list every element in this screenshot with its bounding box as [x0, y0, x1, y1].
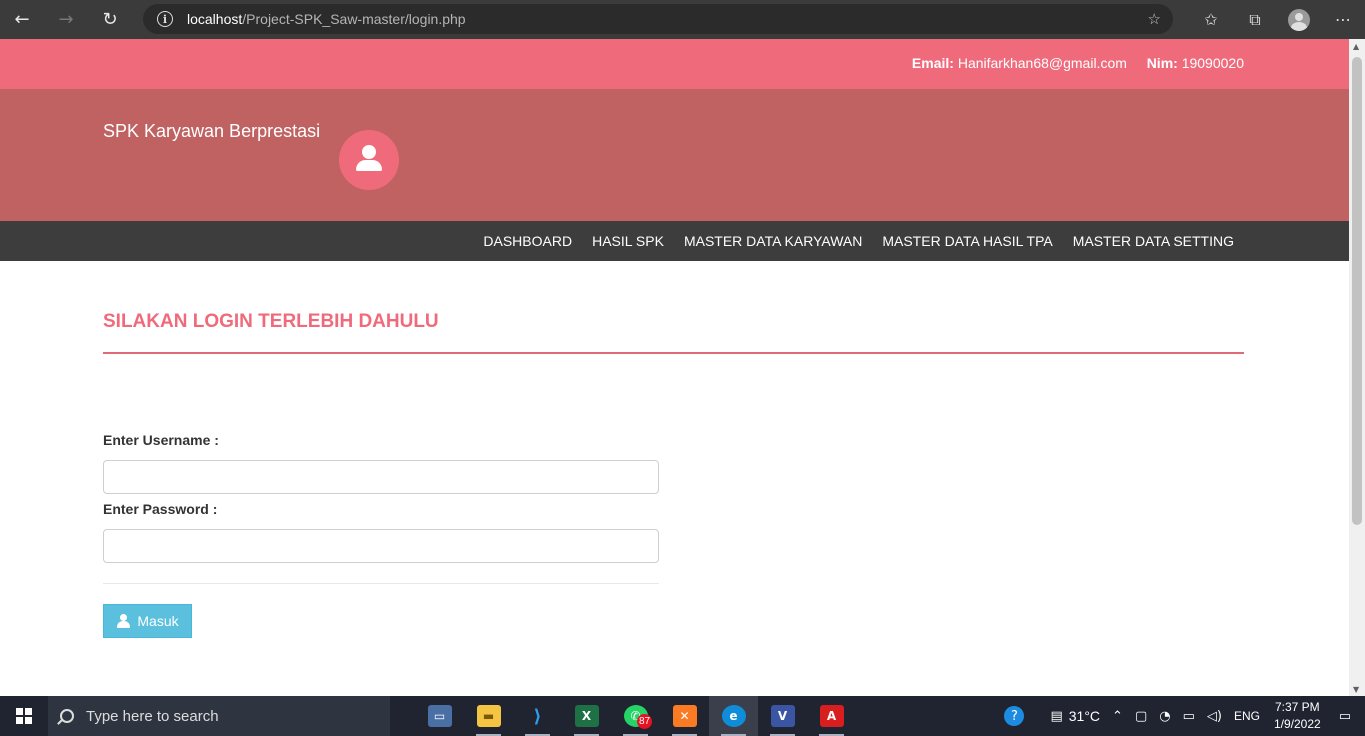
battery-icon[interactable]: ▭: [1183, 709, 1195, 724]
nim-label: Nim:: [1146, 55, 1178, 71]
add-favorite-icon[interactable]: ☆: [1148, 10, 1161, 28]
page-viewport: Email: Hanifarkhan68@gmail.com Nim: 1909…: [0, 39, 1349, 696]
notification-badge: 87: [637, 714, 653, 729]
weather-temp: 31°C: [1068, 708, 1101, 724]
news-icon: ▤: [1050, 708, 1063, 724]
email-value: Hanifarkhan68@gmail.com: [957, 55, 1127, 71]
scroll-down-icon[interactable]: ▼: [1353, 685, 1359, 694]
taskbar-vscode[interactable]: ⟩: [513, 696, 562, 736]
taskbar-file-explorer[interactable]: ▬: [464, 696, 513, 736]
heading-divider: [103, 352, 1244, 354]
nav-hasil-spk[interactable]: HASIL SPK: [592, 233, 664, 249]
windows-taskbar: Type here to search ▭ ▬ ⟩ X ✆ 87 ✕ e V A…: [0, 696, 1365, 736]
login-button-label: Masuk: [137, 613, 179, 629]
search-placeholder: Type here to search: [86, 707, 219, 725]
acrobat-icon: A: [819, 705, 844, 727]
nav-dashboard[interactable]: DASHBOARD: [483, 233, 572, 249]
taskbar-app-1[interactable]: ▭: [415, 696, 464, 736]
taskbar-visio[interactable]: V: [758, 696, 807, 736]
scroll-up-icon[interactable]: ▲: [1353, 42, 1359, 51]
windows-icon: [16, 708, 32, 724]
edge-icon: e: [721, 705, 746, 727]
form-divider: [103, 583, 659, 584]
start-button[interactable]: [0, 696, 48, 736]
user-icon: [339, 130, 399, 190]
clock[interactable]: 7:37 PM 1/9/2022: [1274, 699, 1321, 733]
taskbar-search[interactable]: Type here to search: [48, 696, 390, 736]
taskbar-acrobat[interactable]: A: [807, 696, 856, 736]
computer-icon: ▭: [427, 705, 452, 727]
username-input[interactable]: [103, 460, 659, 494]
vscode-icon: ⟩: [525, 705, 550, 727]
url-path: /Project-SPK_Saw-master/login.php: [242, 11, 466, 27]
taskbar-edge[interactable]: e: [709, 696, 758, 736]
collections-icon[interactable]: ⧉: [1233, 0, 1277, 39]
back-button[interactable]: ←: [0, 0, 44, 39]
page-title: SILAKAN LOGIN TERLEBIH DAHULU: [103, 311, 439, 332]
password-label: Enter Password :: [103, 501, 218, 517]
email-label: Email:: [911, 55, 954, 71]
nim-value: 19090020: [1181, 55, 1244, 71]
volume-icon[interactable]: ◁): [1207, 709, 1222, 724]
profile-avatar[interactable]: [1277, 0, 1321, 39]
address-bar[interactable]: i localhost/Project-SPK_Saw-master/login…: [143, 4, 1173, 34]
nav-master-data-hasil-tpa[interactable]: MASTER DATA HASIL TPA: [882, 233, 1052, 249]
visio-icon: V: [770, 705, 795, 727]
help-icon[interactable]: ?: [1004, 706, 1025, 726]
site-header: SPK Karyawan Berprestasi: [0, 89, 1349, 221]
scroll-thumb[interactable]: [1352, 57, 1362, 525]
url-host: localhost: [187, 11, 243, 27]
clock-date: 1/9/2022: [1273, 717, 1321, 731]
site-title[interactable]: SPK Karyawan Berprestasi: [103, 121, 320, 142]
taskbar-excel[interactable]: X: [562, 696, 611, 736]
user-icon: [116, 614, 131, 628]
contact-info: Email: Hanifarkhan68@gmail.com Nim: 1909…: [912, 55, 1244, 71]
contact-bar: Email: Hanifarkhan68@gmail.com Nim: 1909…: [0, 39, 1349, 89]
favorites-icon[interactable]: ✩: [1189, 0, 1233, 39]
meet-now-icon[interactable]: ▢: [1135, 709, 1147, 724]
system-tray: ? ▤ 31°C ⌃ ▢ ◔ ▭ ◁) ENG 7:37 PM 1/9/2022…: [998, 696, 1365, 736]
login-button[interactable]: Masuk: [103, 604, 192, 638]
language-indicator[interactable]: ENG: [1234, 709, 1260, 723]
folder-icon: ▬: [476, 705, 501, 727]
weather-widget[interactable]: ▤ 31°C: [1050, 708, 1100, 724]
username-label: Enter Username :: [103, 432, 219, 448]
xampp-icon: ✕: [672, 705, 697, 727]
taskbar-whatsapp[interactable]: ✆ 87: [611, 696, 660, 736]
nav-master-data-setting[interactable]: MASTER DATA SETTING: [1073, 233, 1234, 249]
forward-button[interactable]: →: [44, 0, 88, 39]
notification-center-icon[interactable]: ▭: [1339, 709, 1351, 724]
nav-master-data-karyawan[interactable]: MASTER DATA KARYAWAN: [684, 233, 862, 249]
excel-icon: X: [574, 705, 599, 727]
page-scrollbar[interactable]: ▲ ▼: [1349, 39, 1365, 696]
refresh-button[interactable]: ↻: [88, 0, 132, 39]
info-icon[interactable]: i: [157, 11, 173, 27]
main-navbar: DASHBOARD HASIL SPK MASTER DATA KARYAWAN…: [0, 221, 1349, 261]
clock-time: 7:37 PM: [1274, 700, 1320, 714]
wifi-icon[interactable]: ◔: [1159, 709, 1170, 724]
password-input[interactable]: [103, 529, 659, 563]
more-menu-icon[interactable]: ⋯: [1321, 0, 1365, 39]
search-icon: [60, 709, 74, 723]
show-hidden-icons[interactable]: ⌃: [1112, 709, 1123, 724]
taskbar-xampp[interactable]: ✕: [660, 696, 709, 736]
browser-toolbar: ← → ↻ i localhost/Project-SPK_Saw-master…: [0, 0, 1365, 39]
